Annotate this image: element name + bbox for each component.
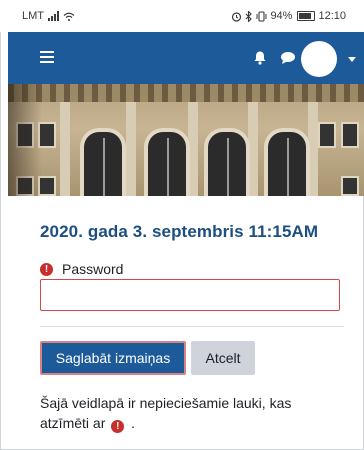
required-exclamation-icon: ! xyxy=(111,420,125,433)
user-avatar[interactable] xyxy=(301,41,337,77)
top-navbar xyxy=(8,32,364,84)
password-label-row: ! Password xyxy=(40,261,123,277)
save-changes-button[interactable]: Saglabāt izmaiņas xyxy=(40,341,186,375)
status-left: LMT xyxy=(22,10,75,22)
signal-icon xyxy=(48,11,59,21)
wifi-icon xyxy=(63,12,75,21)
page-title: 2020. gada 3. septembris 11:15AM xyxy=(40,222,319,241)
bell-icon[interactable] xyxy=(253,50,267,65)
carrier-label: LMT xyxy=(22,10,44,22)
alarm-icon xyxy=(232,11,242,22)
caret-down-icon[interactable] xyxy=(348,57,356,62)
required-note-text: Šajā veidlapā ir nepieciešamie lauki, ka… xyxy=(40,395,292,431)
bluetooth-icon xyxy=(246,10,253,22)
required-exclamation-icon: ! xyxy=(40,262,53,276)
battery-icon xyxy=(297,11,316,21)
status-right: 94% 12:10 xyxy=(231,10,346,22)
password-input[interactable] xyxy=(40,279,340,311)
clock: 12:10 xyxy=(318,10,346,22)
required-fields-note: Šajā veidlapā ir nepieciešamie lauki, ka… xyxy=(40,393,340,433)
vibrate-icon xyxy=(256,10,267,22)
cancel-button[interactable]: Atcelt xyxy=(191,341,255,375)
required-note-tail: . xyxy=(131,415,136,431)
course-banner-image xyxy=(8,84,364,196)
form-divider xyxy=(40,326,344,327)
password-label: Password xyxy=(62,261,124,277)
status-bar: LMT 94% 12:10 xyxy=(0,0,364,32)
chat-icon[interactable] xyxy=(280,51,296,65)
menu-icon[interactable] xyxy=(40,51,54,66)
battery-percent: 94% xyxy=(270,10,293,22)
